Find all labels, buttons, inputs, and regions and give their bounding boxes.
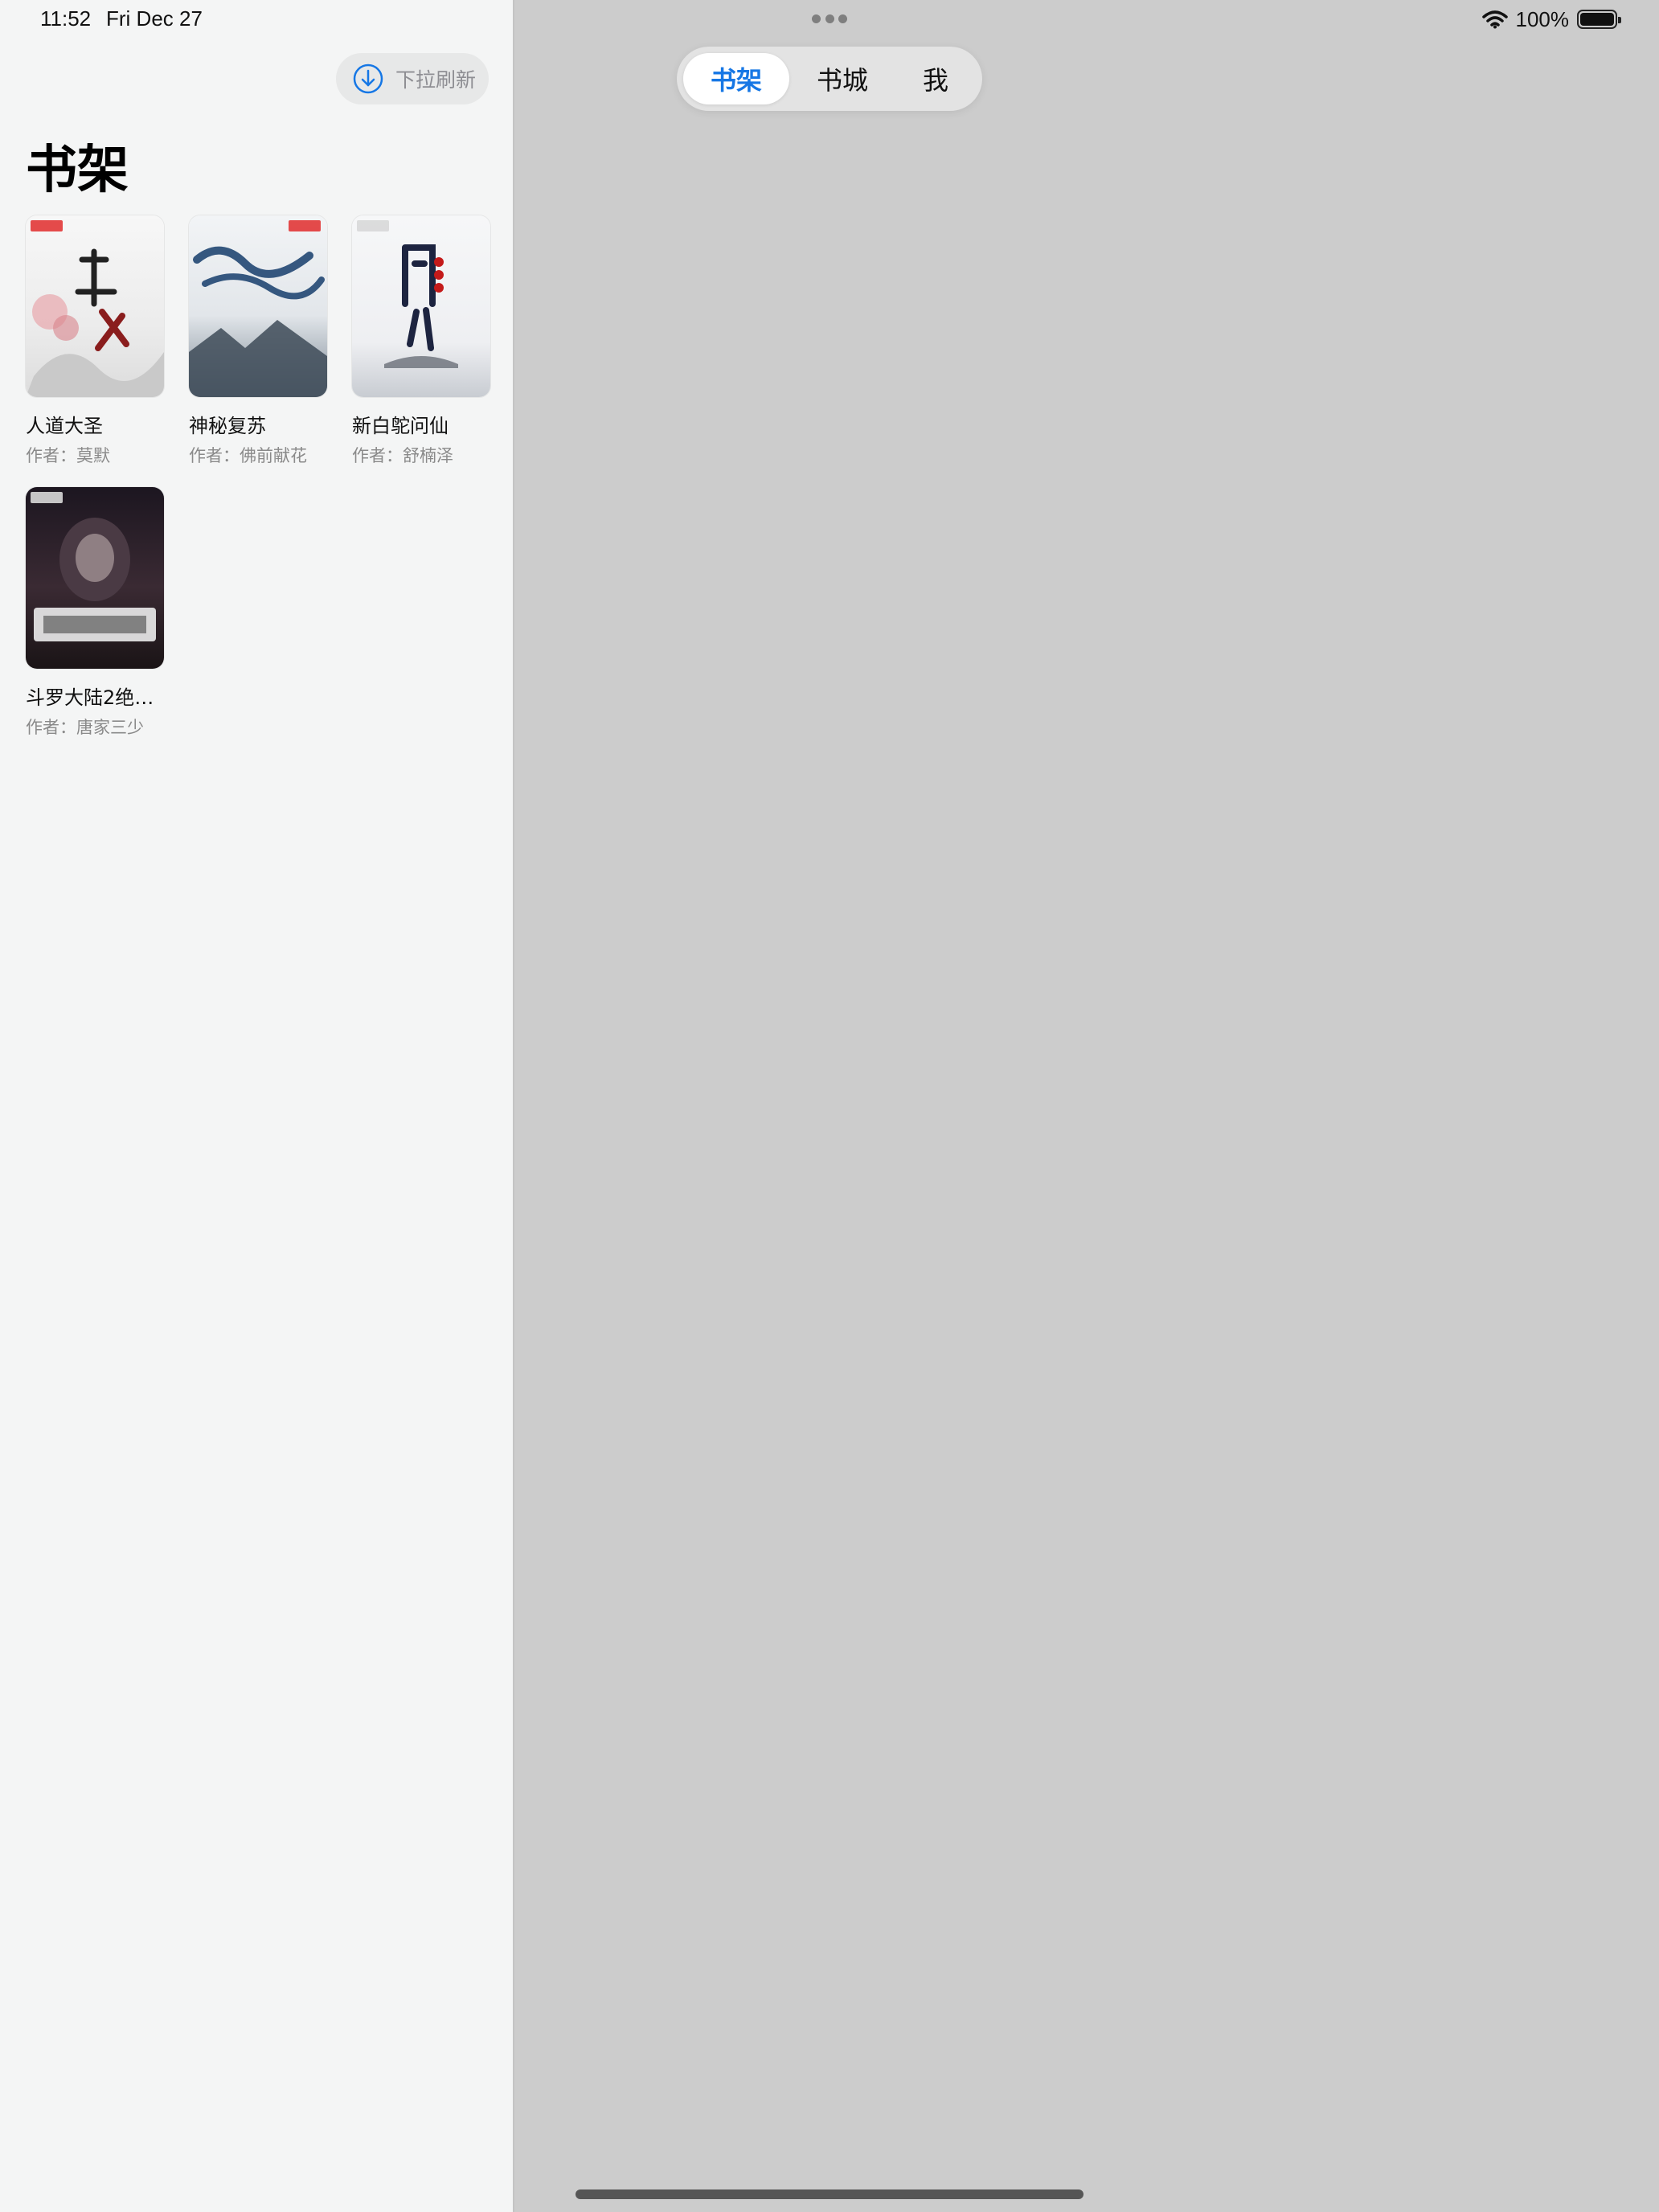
book-title: 斗罗大陆2绝世唐门 bbox=[26, 686, 164, 709]
multitasking-icon[interactable] bbox=[812, 14, 847, 24]
page-title: 书架 bbox=[26, 141, 129, 200]
book-item[interactable]: 斗罗大陆2绝世唐门 作者：唐家三少 bbox=[26, 487, 164, 739]
book-item[interactable]: 新白鸵问仙 作者：舒楠泽 bbox=[352, 215, 490, 467]
book-author: 作者：舒楠泽 bbox=[352, 446, 453, 465]
tab-me[interactable]: 我 bbox=[895, 53, 976, 104]
book-title: 人道大圣 bbox=[26, 415, 103, 437]
status-time: 11:52 bbox=[40, 6, 92, 31]
battery-percentage: 100% bbox=[1515, 6, 1570, 31]
detail-pane bbox=[516, 0, 1659, 2212]
book-author: 作者：唐家三少 bbox=[26, 718, 144, 737]
status-date: Fri Dec 27 bbox=[106, 6, 203, 31]
screen: 11:52 Fri Dec 27 下拉刷新 书架 人道大圣 作者：莫默 神秘复苏… bbox=[0, 0, 1659, 2212]
sidebar: 11:52 Fri Dec 27 下拉刷新 书架 人道大圣 作者：莫默 神秘复苏… bbox=[0, 0, 514, 2212]
refresh-button[interactable]: 下拉刷新 bbox=[336, 53, 489, 104]
book-cover-image bbox=[352, 215, 490, 397]
tab-bookshelf[interactable]: 书架 bbox=[683, 53, 789, 104]
book-cover-image bbox=[189, 215, 327, 397]
book-item[interactable]: 神秘复苏 作者：佛前献花 bbox=[189, 215, 327, 467]
status-indicators: 100% bbox=[1481, 6, 1621, 32]
tab-bar: 书架 书城 我 bbox=[677, 47, 982, 111]
home-indicator[interactable] bbox=[576, 2189, 1083, 2199]
book-cover-image bbox=[26, 215, 164, 397]
battery-icon bbox=[1577, 10, 1621, 29]
book-author: 作者：佛前献花 bbox=[189, 446, 307, 465]
tab-bookstore[interactable]: 书城 bbox=[789, 53, 895, 104]
book-cover-image bbox=[26, 487, 164, 669]
book-title: 神秘复苏 bbox=[189, 415, 266, 437]
book-author: 作者：莫默 bbox=[26, 446, 110, 465]
book-title: 新白鸵问仙 bbox=[352, 415, 449, 437]
book-item[interactable]: 人道大圣 作者：莫默 bbox=[26, 215, 164, 467]
wifi-icon bbox=[1481, 10, 1508, 29]
refresh-label: 下拉刷新 bbox=[395, 68, 477, 92]
download-arrow-icon bbox=[352, 63, 384, 95]
